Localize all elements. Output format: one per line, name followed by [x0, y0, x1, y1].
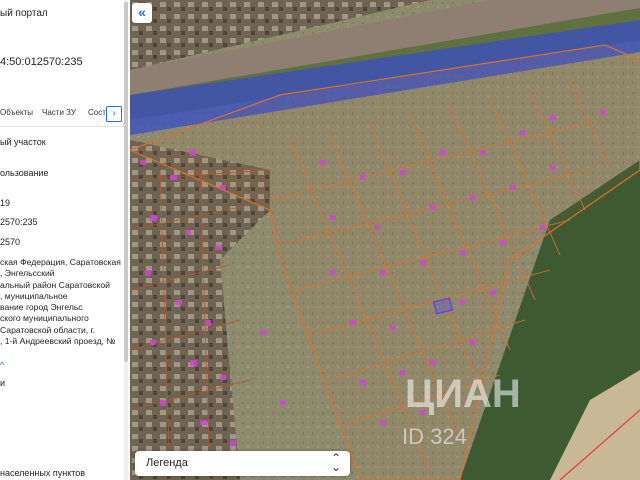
tab-objects[interactable]: Объекты	[0, 108, 33, 117]
date-value: 19	[0, 198, 11, 208]
expand-button[interactable]: ^	[0, 360, 4, 370]
cadastral-number: 4:50:012570:235	[0, 56, 83, 68]
permitted-use: ользование	[0, 168, 49, 178]
scrollbar-thumb[interactable]	[124, 2, 128, 362]
panel-scrollbar[interactable]	[124, 0, 128, 480]
category-fragment: и	[0, 378, 6, 388]
tab-scroll-button[interactable]: ›	[106, 106, 122, 122]
legend-label: Легенда	[146, 457, 188, 469]
land-category: населенных пунктов	[0, 468, 86, 478]
address-text: ская Федерация, Саратовская , Энгельсски…	[0, 257, 121, 347]
tab-parts[interactable]: Части ЗУ	[42, 108, 76, 117]
legend-dropdown[interactable]: Легенда ⌃ ⌄	[135, 451, 350, 476]
cadastral-number-short: 2570:235	[0, 217, 38, 227]
watermark-logo: ЦИАН	[405, 372, 521, 416]
map-area[interactable]	[130, 0, 640, 480]
portal-title: ый портал	[0, 8, 48, 19]
chevron-right-icon: ›	[112, 108, 116, 119]
chevron-up-icon: ^	[0, 360, 5, 370]
collapse-panel-button[interactable]: «	[132, 3, 152, 23]
double-chevron-left-icon: «	[138, 4, 146, 20]
object-type: ый участок	[0, 137, 46, 147]
satellite-map	[130, 0, 640, 480]
cadastral-quarter: 2570	[0, 237, 21, 247]
up-down-arrows-icon: ⌃ ⌄	[330, 451, 341, 474]
info-panel: ый портал 4:50:012570:235 Объекты Части …	[0, 0, 128, 480]
watermark-id: ID 324	[402, 424, 467, 449]
tab-divider	[0, 126, 124, 127]
